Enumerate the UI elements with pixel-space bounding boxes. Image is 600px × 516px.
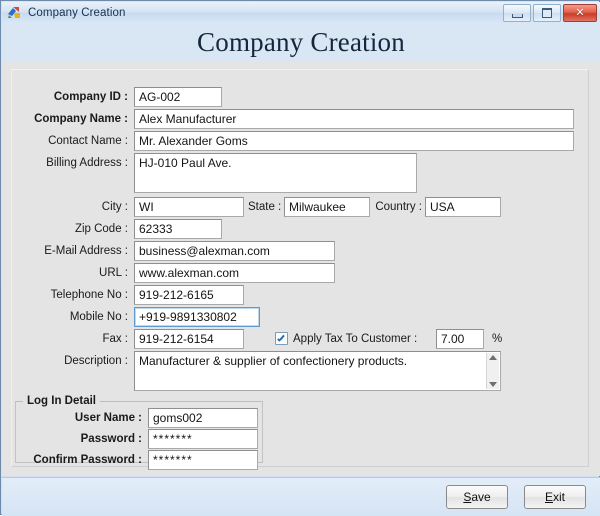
window-title: Company Creation <box>28 6 126 19</box>
minimize-icon <box>511 13 523 18</box>
maximize-button[interactable] <box>533 4 561 22</box>
contact-name-input[interactable]: Mr. Alexander Goms <box>134 131 574 151</box>
label-confirm-password: Confirm Password : <box>33 454 142 466</box>
label-url: URL : <box>99 267 128 279</box>
checkmark-icon <box>277 334 286 343</box>
label-contact-name: Contact Name : <box>48 135 128 147</box>
label-state: State : <box>248 201 282 213</box>
form-body: Company ID : AG-002 Company Name : Alex … <box>2 61 600 476</box>
label-user-name: User Name : <box>74 412 142 424</box>
tax-percent-symbol: % <box>492 333 503 345</box>
scroll-up-icon[interactable] <box>489 355 497 360</box>
label-company-id: Company ID : <box>53 91 128 103</box>
exit-label-rest: xit <box>553 490 565 504</box>
label-fax: Fax : <box>102 333 128 345</box>
label-country: Country : <box>375 201 422 213</box>
footer-bar: Save Exit <box>2 477 600 516</box>
exit-label: Exit <box>545 490 565 504</box>
label-billing-address: Billing Address : <box>46 157 128 169</box>
city-input[interactable]: WI <box>134 197 244 217</box>
page-title: Company Creation <box>197 26 405 57</box>
url-input[interactable]: www.alexman.com <box>134 263 335 283</box>
password-input[interactable]: ******* <box>148 429 258 449</box>
tax-rate-input[interactable]: 7.00 <box>436 329 484 349</box>
label-email-address: E-Mail Address : <box>44 245 128 257</box>
label-company-name: Company Name : <box>34 113 128 125</box>
email-address-input[interactable]: business@alexman.com <box>134 241 335 261</box>
form-panel: Company ID : AG-002 Company Name : Alex … <box>11 69 589 470</box>
close-icon: ✕ <box>575 6 585 19</box>
telephone-no-input[interactable]: 919-212-6165 <box>134 285 244 305</box>
zip-code-input[interactable]: 62333 <box>134 219 222 239</box>
save-label-rest: ave <box>471 490 491 504</box>
description-scrollbar[interactable] <box>486 353 499 389</box>
scroll-down-icon[interactable] <box>489 382 497 387</box>
company-name-input[interactable]: Alex Manufacturer <box>134 109 574 129</box>
exit-accel-char: E <box>544 490 553 504</box>
user-name-input[interactable]: goms002 <box>148 408 258 428</box>
mobile-no-input[interactable]: +919-9891330802 <box>134 307 260 327</box>
description-textarea[interactable]: Manufacturer & supplier of confectionery… <box>134 351 501 391</box>
close-button[interactable]: ✕ <box>563 4 597 22</box>
confirm-password-input[interactable]: ******* <box>148 450 258 470</box>
company-creation-window: Company Creation ✕ Company Creation Comp… <box>0 0 600 516</box>
minimize-button[interactable] <box>503 4 531 22</box>
description-text: Manufacturer & supplier of confectionery… <box>139 354 408 368</box>
app-icon <box>7 5 22 20</box>
save-label: Save <box>463 490 490 504</box>
company-id-input[interactable]: AG-002 <box>134 87 222 107</box>
maximize-icon <box>542 8 552 18</box>
label-description: Description : <box>64 355 128 367</box>
billing-address-textarea[interactable]: HJ-010 Paul Ave. <box>134 153 417 193</box>
state-input[interactable]: Milwaukee <box>284 197 370 217</box>
apply-tax-checkbox[interactable] <box>275 332 288 345</box>
label-city: City : <box>101 201 128 213</box>
title-bar: Company Creation ✕ <box>2 2 600 24</box>
label-mobile-no: Mobile No : <box>69 311 128 323</box>
label-password: Password : <box>80 433 142 445</box>
label-telephone-no: Telephone No : <box>50 289 128 301</box>
fax-input[interactable]: 919-212-6154 <box>134 329 244 349</box>
login-detail-title: Log In Detail <box>23 395 100 407</box>
country-input[interactable]: USA <box>425 197 501 217</box>
save-button[interactable]: Save <box>446 485 508 509</box>
label-apply-tax: Apply Tax To Customer : <box>293 333 418 345</box>
label-zip-code: Zip Code : <box>74 223 128 235</box>
exit-button[interactable]: Exit <box>524 485 586 509</box>
window-controls: ✕ <box>503 4 597 22</box>
